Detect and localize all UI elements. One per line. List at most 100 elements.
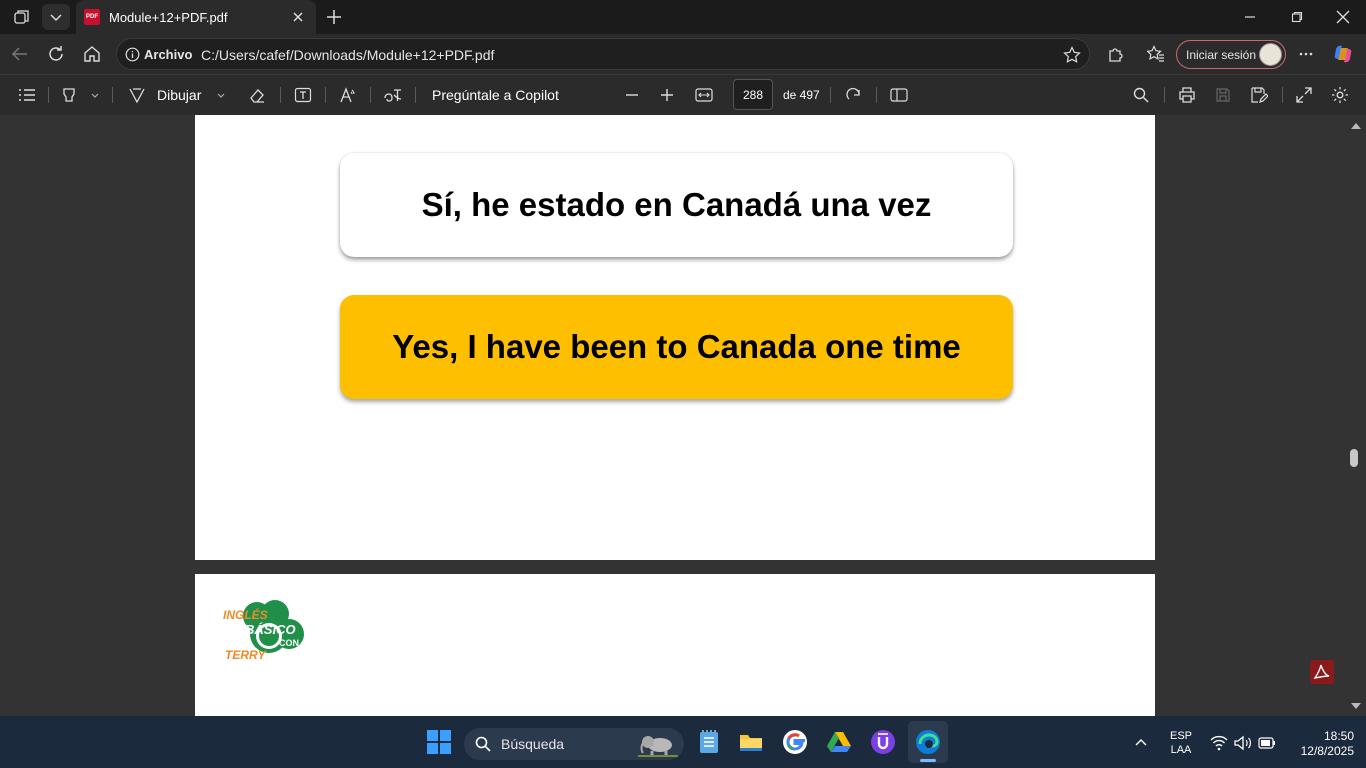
draw-chevron-down-icon[interactable] — [214, 85, 228, 105]
ingles-basico-logo: INGLÉS BÁSICO CON TERRY — [223, 598, 313, 664]
fit-to-width-icon[interactable] — [693, 85, 715, 105]
add-text-icon[interactable] — [292, 85, 314, 105]
english-sentence-card: Yes, I have been to Canada one time — [340, 295, 1013, 399]
tab-strip: PDF Module+12+PDF.pdf — [0, 0, 1366, 34]
address-bar[interactable]: Archivo C:/Users/cafef/Downloads/Module+… — [116, 38, 1090, 70]
toolbar-divider — [48, 87, 49, 103]
scrollbar-track[interactable] — [1346, 115, 1366, 716]
zoom-in-plus-icon[interactable] — [656, 85, 678, 105]
read-aloud-icon[interactable] — [337, 85, 359, 105]
back-arrow-icon[interactable] — [8, 42, 32, 66]
new-tab-plus-icon[interactable] — [322, 6, 346, 28]
favorites-icon[interactable] — [1144, 42, 1168, 66]
clock-date: 12/8/2025 — [1300, 744, 1354, 758]
page-view-icon[interactable] — [888, 85, 910, 105]
extensions-puzzle-icon[interactable] — [1104, 42, 1128, 66]
rotate-icon[interactable] — [843, 85, 865, 105]
toolbar-divider — [112, 87, 113, 103]
language-indicator[interactable]: ESP LAA — [1165, 729, 1197, 757]
google-drive-icon[interactable] — [826, 729, 852, 755]
translate-icon[interactable] — [381, 85, 405, 105]
language-bottom: LAA — [1170, 744, 1192, 756]
fullscreen-icon[interactable] — [1293, 85, 1315, 105]
favorite-star-icon[interactable] — [1063, 46, 1081, 64]
highlight-chevron-down-icon[interactable] — [88, 85, 102, 105]
toolbar-divider — [280, 87, 281, 103]
url-text[interactable]: C:/Users/cafef/Downloads/Module+12+PDF.p… — [201, 47, 494, 63]
google-app-icon[interactable] — [782, 729, 808, 755]
workspaces-icon[interactable] — [10, 6, 34, 28]
close-window-icon[interactable] — [1331, 6, 1355, 28]
logo-line1: INGLÉS — [223, 608, 268, 622]
tab-actions-chevron-down-icon[interactable] — [42, 4, 70, 30]
toolbar-divider — [1164, 87, 1165, 103]
minimize-icon[interactable] — [1238, 6, 1262, 28]
settings-gear-icon[interactable] — [1329, 85, 1351, 105]
volume-icon[interactable] — [1234, 735, 1252, 751]
tab-pdf[interactable]: PDF Module+12+PDF.pdf — [76, 0, 316, 34]
signin-button[interactable]: Iniciar sesión — [1176, 40, 1286, 69]
clock[interactable]: 18:50 12/8/2025 — [1284, 729, 1354, 759]
pdf-file-icon: PDF — [84, 9, 100, 25]
taskbar-search[interactable]: Búsqueda — [464, 728, 684, 760]
toolbar-divider — [876, 87, 877, 103]
edge-browser-icon — [915, 729, 941, 755]
elephant-illustration-icon — [636, 731, 680, 757]
security-label: Archivo — [144, 47, 193, 62]
acrobat-icon[interactable] — [1310, 660, 1334, 684]
home-icon[interactable] — [80, 42, 104, 66]
edge-taskbar-button[interactable] — [908, 721, 948, 763]
table-of-contents-icon[interactable] — [16, 85, 38, 105]
draw-button-label[interactable]: Dibujar — [157, 87, 201, 103]
save-as-icon[interactable] — [1248, 85, 1270, 105]
scrollbar-thumb[interactable] — [1350, 449, 1358, 467]
windows-start-icon[interactable] — [426, 729, 452, 755]
notepad-app-icon[interactable] — [696, 729, 722, 755]
search-icon[interactable] — [1130, 85, 1152, 105]
toolbar-divider — [830, 87, 831, 103]
battery-icon[interactable] — [1258, 737, 1276, 749]
utility-app-icon[interactable] — [870, 729, 896, 755]
toolbar-divider — [415, 87, 416, 103]
ask-copilot-button[interactable]: Pregúntale a Copilot — [432, 87, 559, 103]
pdf-toolbar: Dibujar Pregúntale a Copilot 288 de 497 — [0, 74, 1366, 115]
signin-label: Iniciar sesión — [1186, 47, 1257, 62]
page-number-input[interactable]: 288 — [733, 79, 773, 110]
logo-line4: TERRY — [225, 648, 266, 662]
profile-avatar — [1259, 43, 1282, 66]
zoom-out-minus-icon[interactable] — [621, 85, 643, 105]
clock-time: 18:50 — [1323, 729, 1354, 743]
wifi-icon[interactable] — [1210, 735, 1228, 751]
copilot-icon[interactable] — [1331, 42, 1355, 66]
search-magnifier-icon — [475, 736, 491, 752]
refresh-icon[interactable] — [44, 42, 68, 66]
toolbar-divider — [1282, 87, 1283, 103]
print-icon[interactable] — [1176, 85, 1198, 105]
pdf-page: Sí, he estado en Canadá una vez Yes, I h… — [195, 115, 1155, 560]
file-explorer-icon[interactable] — [738, 729, 764, 755]
toolbar-divider — [370, 87, 371, 103]
restore-icon[interactable] — [1285, 6, 1309, 28]
eraser-icon[interactable] — [246, 85, 268, 105]
scroll-up-icon[interactable] — [1350, 121, 1362, 131]
logo-line3: CON — [279, 638, 299, 648]
language-top: ESP — [1169, 730, 1192, 742]
pdf-page-next: INGLÉS BÁSICO CON TERRY — [195, 574, 1155, 716]
toolbar-divider — [325, 87, 326, 103]
show-hidden-icons-chevron-up-icon[interactable] — [1133, 734, 1149, 750]
taskbar: Búsqueda ESP LAA 18:50 12/8/2025 — [0, 716, 1366, 768]
search-label: Búsqueda — [501, 736, 565, 752]
close-tab-icon[interactable] — [290, 9, 306, 25]
scroll-down-icon[interactable] — [1350, 701, 1362, 711]
page-total-label: de 497 — [783, 88, 820, 102]
pdf-viewer[interactable]: Sí, he estado en Canadá una vez Yes, I h… — [0, 115, 1366, 716]
spanish-sentence-card: Sí, he estado en Canadá una vez — [340, 153, 1013, 257]
highlight-icon[interactable] — [58, 85, 80, 105]
tab-title: Module+12+PDF.pdf — [109, 9, 228, 25]
info-icon[interactable] — [125, 47, 140, 62]
logo-line2: BÁSICO — [245, 622, 296, 637]
more-options-icon[interactable] — [1294, 42, 1318, 66]
address-row: Archivo C:/Users/cafef/Downloads/Module+… — [0, 34, 1366, 74]
save-icon[interactable] — [1212, 85, 1234, 105]
draw-pen-icon[interactable] — [126, 85, 148, 105]
